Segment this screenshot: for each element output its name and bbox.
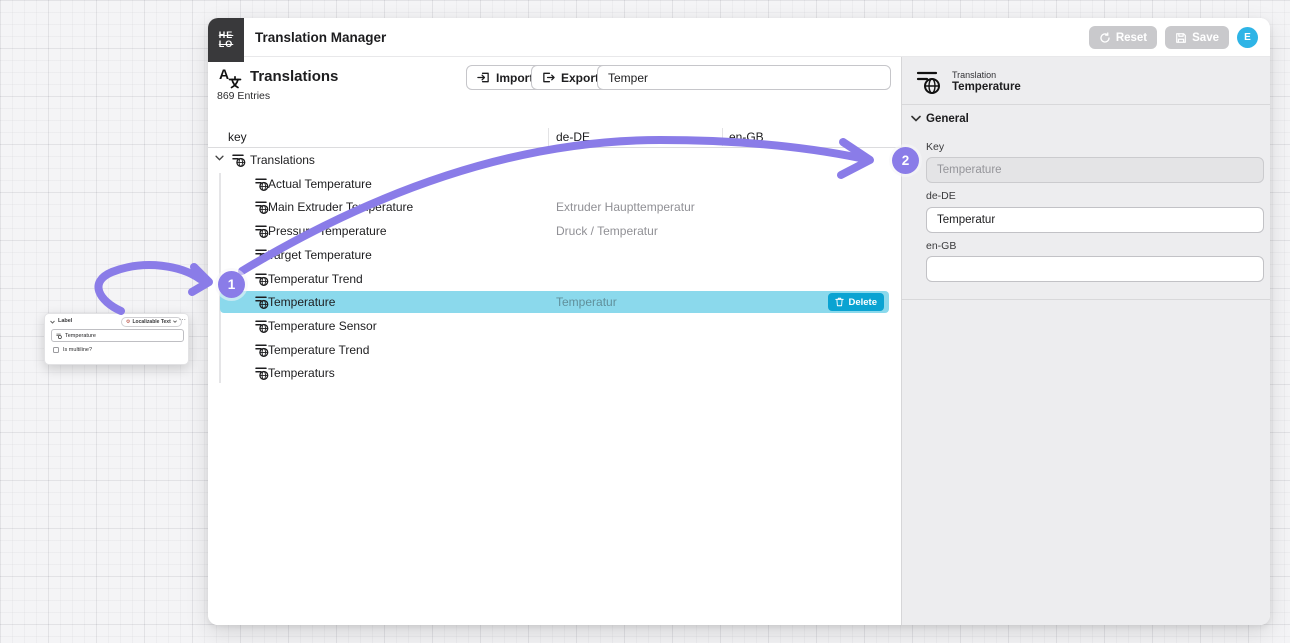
titlebar: HE LO Translation Manager Reset Save E	[208, 18, 1270, 57]
undo-icon	[1099, 32, 1111, 44]
trash-icon	[835, 297, 844, 307]
divider	[902, 299, 1270, 300]
user-avatar[interactable]: E	[1237, 27, 1258, 48]
section-general[interactable]: General	[926, 113, 969, 125]
tree-row[interactable]: Temperature Sensor	[208, 314, 901, 338]
de-field[interactable]	[926, 207, 1264, 233]
row-key: Temperature	[268, 295, 335, 309]
localizable-text-icon	[255, 295, 269, 309]
step-badge-1: 1	[218, 271, 245, 298]
localizable-text-icon	[915, 68, 942, 95]
key-field-label: Key	[926, 141, 944, 153]
tree-row[interactable]: Actual Temperature	[208, 172, 901, 196]
logo-text: LO	[219, 40, 234, 49]
localizable-text-icon	[255, 319, 269, 333]
tree-row[interactable]: Main Extruder Temperature Extruder Hauptt…	[208, 195, 901, 219]
delete-button[interactable]: Delete	[828, 293, 884, 311]
tree-row[interactable]: Pressure Temperature Druck / Temperatur	[208, 219, 901, 243]
row-key: Translations	[250, 153, 315, 167]
inspector-sidebar: Translation Temperature General Key de-D…	[901, 57, 1270, 625]
localizable-text-icon	[255, 272, 269, 286]
type-pill-label: Localizable Text	[132, 319, 170, 325]
inspector-type-label: Translation	[952, 70, 996, 80]
row-de-value: Temperatur	[556, 295, 617, 309]
arrow-1	[98, 265, 200, 311]
inspector-title: Temperature	[952, 81, 1021, 93]
row-de-value: Druck / Temperatur	[556, 224, 658, 238]
tree-row-selected[interactable]: Temperature Temperatur Delete	[208, 290, 901, 314]
divider	[902, 104, 1270, 105]
mini-input-value: Temperature	[65, 333, 96, 339]
en-field-label: en-GB	[926, 240, 956, 252]
translations-panel: A Translations 869 Entries Import Expor	[208, 57, 901, 625]
localizable-text-icon	[232, 153, 246, 167]
row-key: Temperaturs	[268, 366, 335, 380]
type-pill[interactable]: ⚙ Localizable Text	[121, 317, 182, 327]
localizable-text-icon	[255, 343, 269, 357]
arrow-1-head	[192, 267, 209, 292]
localizable-text-icon	[255, 177, 269, 191]
chevron-down-icon	[50, 320, 55, 324]
tree-row-root[interactable]: Translations	[208, 148, 901, 172]
row-key: Temperature Sensor	[268, 319, 377, 333]
row-key: Pressure Temperature	[268, 224, 387, 238]
tree-row[interactable]: Temperature Trend	[208, 338, 901, 362]
row-key: Temperatur Trend	[268, 272, 363, 286]
more-menu-icon[interactable]: ...	[179, 315, 186, 322]
row-key: Target Temperature	[268, 248, 372, 262]
key-field	[926, 157, 1264, 183]
reset-label: Reset	[1116, 32, 1147, 44]
app-title: Translation Manager	[255, 30, 386, 45]
save-label: Save	[1192, 32, 1219, 44]
app-window: HE LO Translation Manager Reset Save E A	[208, 18, 1270, 625]
mini-text-input[interactable]: Temperature	[51, 329, 184, 342]
checkbox-label: Is multiline?	[63, 347, 92, 353]
row-de-value: Extruder Haupttemperatur	[556, 200, 695, 214]
localizable-text-icon	[255, 200, 269, 214]
tree-row[interactable]: Temperatur Trend	[208, 267, 901, 291]
checkbox-icon[interactable]	[53, 347, 59, 353]
tree-row[interactable]: Temperaturs	[208, 361, 901, 385]
row-key: Actual Temperature	[268, 177, 372, 191]
label-widget-card[interactable]: Label ⚙ Localizable Text ... Temperature…	[44, 313, 189, 365]
en-field[interactable]	[926, 256, 1264, 282]
mini-card-title: Label	[58, 318, 72, 324]
tree-row[interactable]: Target Temperature	[208, 243, 901, 267]
translation-tree: Translations Actual Temperature Main Extru…	[208, 57, 901, 625]
reset-button[interactable]: Reset	[1089, 26, 1157, 49]
step-badge-2: 2	[892, 147, 919, 174]
localizable-text-icon: ⚙	[126, 319, 130, 325]
de-field-label: de-DE	[926, 190, 956, 202]
multiline-checkbox-row[interactable]: Is multiline?	[53, 347, 92, 353]
localizable-text-icon	[255, 366, 269, 380]
row-key: Temperature Trend	[268, 343, 369, 357]
save-icon	[1175, 32, 1187, 44]
chevron-down-icon[interactable]	[215, 155, 224, 161]
localizable-text-icon	[255, 224, 269, 238]
localizable-text-icon	[255, 248, 269, 262]
app-logo: HE LO	[208, 18, 244, 62]
localizable-text-icon	[56, 333, 62, 339]
save-button[interactable]: Save	[1165, 26, 1229, 49]
row-key: Main Extruder Temperature	[268, 200, 413, 214]
chevron-down-icon[interactable]	[911, 115, 921, 122]
chevron-down-icon	[173, 320, 177, 323]
